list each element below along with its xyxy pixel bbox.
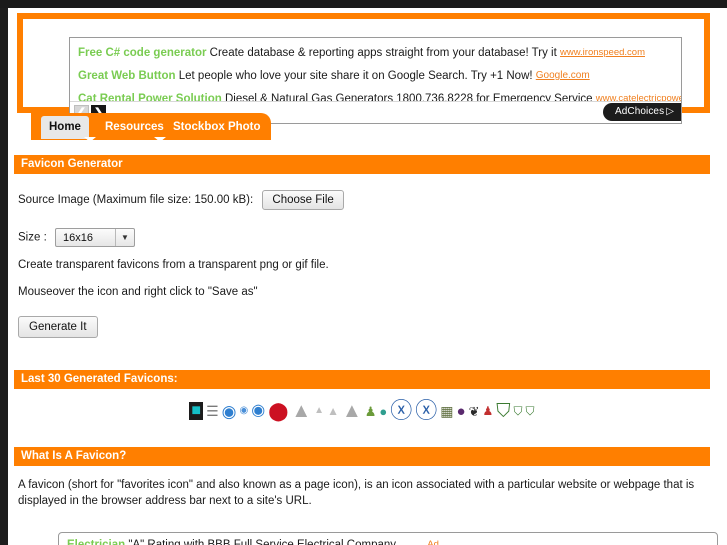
bottom-ad-body: "A" Rating with BBB Full Service Electri… xyxy=(128,539,397,545)
hint-save-as: Mouseover the icon and right click to "S… xyxy=(18,286,258,298)
hillbro-globe-medium-icon[interactable]: ◉ xyxy=(251,403,265,419)
gray-pyramid-small-icon[interactable]: ▲ xyxy=(327,405,339,417)
steering-wheel-right-icon[interactable]: ⓧ xyxy=(415,400,437,422)
chevron-down-icon[interactable]: ▼ xyxy=(114,229,134,246)
ad-title[interactable]: Great Web Button xyxy=(78,70,176,82)
tab-notch-icon xyxy=(84,137,96,142)
red-runner-icon[interactable]: ♟ xyxy=(483,405,494,417)
ad-row[interactable]: Free C# code generator Create database &… xyxy=(70,42,681,63)
tab-resources[interactable]: Resources xyxy=(97,117,172,138)
section-header-what-is-a-favicon: What Is A Favicon? xyxy=(14,447,710,466)
source-image-row: Source Image (Maximum file size: 150.00 … xyxy=(18,190,344,210)
favicon-description-paragraph: A favicon (short for "favorites icon" an… xyxy=(18,479,695,507)
ad-body: Let people who love your site share it o… xyxy=(178,70,533,82)
tab-bar: Home Resources Stockbox Photo xyxy=(17,113,710,142)
tab-stockbox-photo[interactable]: Stockbox Photo xyxy=(165,117,269,138)
ad-title[interactable]: Free C# code generator xyxy=(78,47,206,59)
left-gutter xyxy=(0,8,8,545)
red-circle-bowling-icon[interactable]: ⬤ xyxy=(268,402,288,420)
size-select[interactable]: 16x16 ▼ xyxy=(54,228,135,247)
top-ad-frame: Free C# code generator Create database &… xyxy=(17,13,710,124)
coat-of-arms-small1-icon[interactable]: ⛉ xyxy=(514,405,523,417)
tab-notch-icon xyxy=(154,137,166,142)
section-header-last-30-favicons: Last 30 Generated Favicons: xyxy=(14,370,710,389)
black-bird-icon[interactable]: ❦ xyxy=(469,405,480,418)
page-root: Free C# code generator Create database &… xyxy=(0,0,727,545)
generate-it-button[interactable]: Generate It xyxy=(18,316,98,338)
bottom-ad-row[interactable]: Electrician "A" Rating with BBB Full Ser… xyxy=(59,533,717,545)
size-label: Size : xyxy=(18,231,47,244)
gray-pyramid-large-icon[interactable]: ▲ xyxy=(291,401,311,421)
dark-square-teal-icon[interactable]: ■ xyxy=(189,402,204,420)
ad-body: Create database & reporting apps straigh… xyxy=(209,47,557,59)
hamburger-lines-icon[interactable]: ☰ xyxy=(206,404,219,418)
purple-oval-portrait-icon[interactable]: ● xyxy=(457,404,466,419)
bottom-ad-box[interactable]: Electrician "A" Rating with BBB Full Ser… xyxy=(58,532,718,545)
coat-of-arms-small2-icon[interactable]: ⛉ xyxy=(526,405,535,417)
teal-globe-icon[interactable]: ● xyxy=(379,405,387,418)
browser-chrome-strip xyxy=(0,0,727,8)
gray-pyramid-large2-icon[interactable]: ▲ xyxy=(342,401,362,421)
generate-it-row: Generate It xyxy=(18,316,98,338)
ad-row[interactable]: Great Web Button Let people who love you… xyxy=(70,65,681,86)
size-select-value: 16x16 xyxy=(62,232,93,244)
favicon-list: ■ ☰ ◉ ◉ ◉ ⬤ ▲ ▲ ▲ ▲ ♟ ● ⓧ ⓧ ▦ ● ❦ ♟ ⛉ ⛉ ⛉ xyxy=(14,395,710,427)
coat-of-arms-large-icon[interactable]: ⛉ xyxy=(496,402,510,421)
section-header-favicon-generator: Favicon Generator xyxy=(14,155,710,174)
mosaic-square-icon[interactable]: ▦ xyxy=(440,404,453,418)
ad-url[interactable]: www.ironspeed.com xyxy=(560,47,645,58)
green-figure-icon[interactable]: ♟ xyxy=(365,405,377,418)
source-image-label: Source Image (Maximum file size: 150.00 … xyxy=(18,194,254,206)
steering-wheel-left-icon[interactable]: ⓧ xyxy=(390,400,412,422)
hillbro-globe-large-icon[interactable]: ◉ xyxy=(222,403,237,420)
size-row: Size : 16x16 ▼ xyxy=(18,228,135,247)
gray-pyramid-tiny-icon[interactable]: ▲ xyxy=(314,406,324,416)
hint-transparent-favicons: Create transparent favicons from a trans… xyxy=(18,259,329,271)
bottom-ad-url[interactable]: Ad xyxy=(427,539,439,545)
top-ad-box: Free C# code generator Create database &… xyxy=(69,37,682,124)
hillbro-globe-small-icon[interactable]: ◉ xyxy=(240,406,249,416)
tab-home[interactable]: Home xyxy=(41,116,89,139)
bottom-ad-title[interactable]: Electrician xyxy=(67,539,125,545)
ad-url[interactable]: Google.com xyxy=(536,70,590,81)
choose-file-button[interactable]: Choose File xyxy=(262,190,344,210)
